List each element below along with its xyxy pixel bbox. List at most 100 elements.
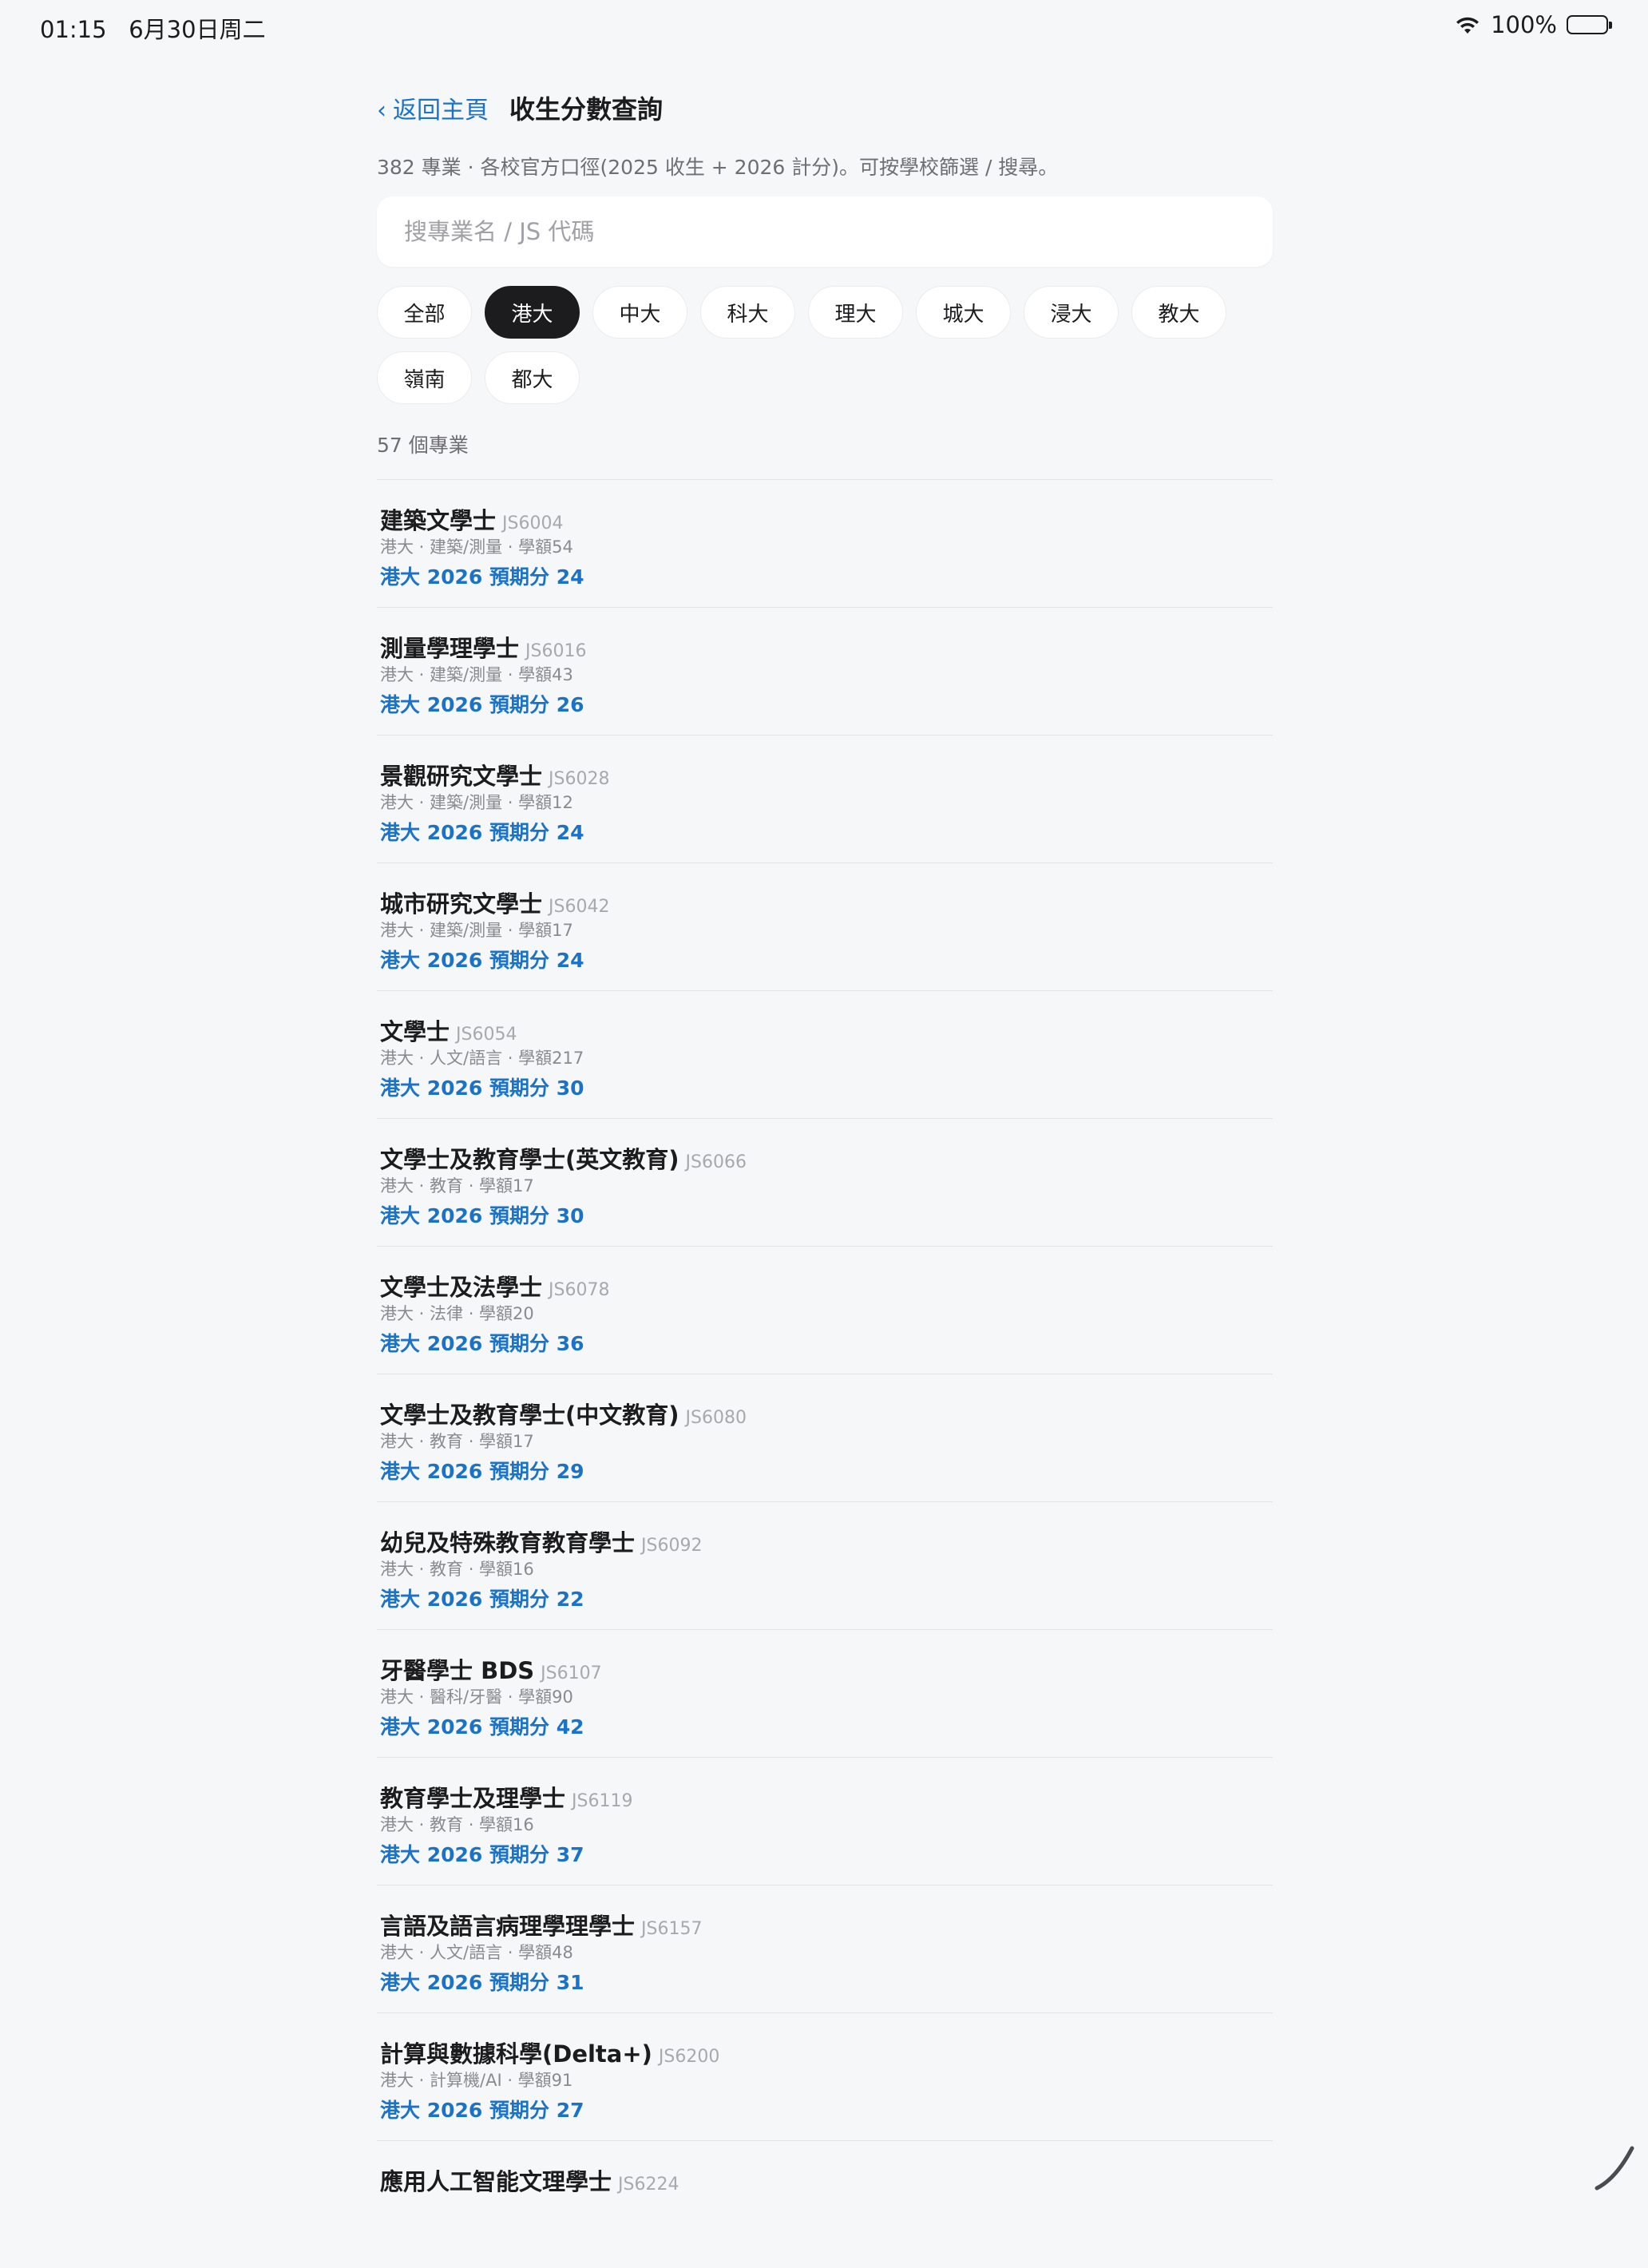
programme-meta: 港大 · 教育 · 學額17 (380, 1173, 1273, 1199)
programme-name: 文學士及教育學士(中文教育) (380, 1397, 679, 1430)
programme-title-line: 文學士及教育學士(英文教育) JS6066 (380, 1141, 1273, 1172)
programme-name: 測量學理學士 (380, 630, 519, 664)
programme-code: JS6042 (549, 897, 609, 917)
battery-percent: 100% (1491, 11, 1557, 38)
programme-meta: 港大 · 建築/測量 · 學額54 (380, 534, 1273, 560)
programme-title-line: 文學士及教育學士(中文教育)JS6080 (380, 1397, 1273, 1427)
programme-name: 幼兒及特殊教育教育學士 (380, 1525, 635, 1558)
programme-score: 港大 2026 預期分 24 (380, 945, 1273, 973)
programme-name: 文學士及教育學士(英文教育) (380, 1141, 679, 1175)
programme-meta: 港大 · 計算機/AI · 學額91 (380, 2068, 1273, 2093)
programme-code: JS6066 (686, 1152, 747, 1172)
programme-name: 建築文學士 (380, 502, 496, 536)
programme-name: 文學士及法學士 (380, 1269, 542, 1303)
list-item[interactable]: 言語及語言病理學理學士 JS6157港大 · 人文/語言 · 學額48港大 202… (377, 1885, 1273, 2012)
list-item[interactable]: 應用人工智能文理學士 JS6224 (377, 2140, 1273, 2268)
programme-title-line: 文學士JS6054 (380, 1013, 1273, 1044)
programme-code: JS6224 (618, 2175, 679, 2195)
programme-name: 計算與數據科學(Delta+) (380, 2036, 652, 2069)
page-header: ‹ 返回主頁 收生分數查詢 (377, 89, 663, 126)
programme-title-line: 文學士及法學士JS6078 (380, 1269, 1273, 1299)
battery-icon (1567, 15, 1608, 34)
filter-chip[interactable]: 嶺南 (377, 351, 472, 404)
programme-meta: 港大 · 醫科/牙醫 · 學額90 (380, 1684, 1273, 1710)
programme-code: JS6016 (525, 641, 586, 661)
filter-chip[interactable]: 教大 (1131, 286, 1226, 339)
wifi-icon (1454, 14, 1481, 35)
programme-name: 教育學士及理學士 (380, 1780, 565, 1814)
filter-chip[interactable]: 浸大 (1024, 286, 1119, 339)
programme-meta: 港大 · 人文/語言 · 學額48 (380, 1940, 1273, 1965)
programme-score: 港大 2026 預期分 22 (380, 1584, 1273, 1612)
list-item[interactable]: 牙醫學士 BDSJS6107港大 · 醫科/牙醫 · 學額90港大 2026 預… (377, 1629, 1273, 1757)
programme-code: JS6078 (549, 1280, 609, 1300)
programme-score: 港大 2026 預期分 24 (380, 561, 1273, 590)
programme-code: JS6107 (541, 1663, 601, 1683)
programme-name: 城市研究文學士 (380, 886, 542, 919)
programme-name: 應用人工智能文理學士 (380, 2163, 612, 2197)
programme-title-line: 教育學士及理學士JS6119 (380, 1780, 1273, 1810)
programme-title-line: 計算與數據科學(Delta+) JS6200 (380, 2036, 1273, 2066)
status-time: 01:15 (40, 16, 107, 43)
programme-code: JS6119 (572, 1791, 632, 1811)
programme-meta: 港大 · 人文/語言 · 學額217 (380, 1045, 1273, 1071)
filter-chip[interactable]: 科大 (700, 286, 795, 339)
programme-score: 港大 2026 預期分 36 (380, 1328, 1273, 1357)
list-item[interactable]: 測量學理學士JS6016港大 · 建築/測量 · 學額43港大 2026 預期分… (377, 607, 1273, 735)
programme-name: 景觀研究文學士 (380, 758, 542, 791)
list-item[interactable]: 幼兒及特殊教育教育學士JS6092港大 · 教育 · 學額16港大 2026 預… (377, 1501, 1273, 1629)
programme-code: JS6028 (549, 769, 609, 789)
back-label: 返回主頁 (393, 90, 489, 125)
programme-code: JS6004 (502, 513, 563, 533)
programme-title-line: 建築文學士 JS6004 (380, 502, 1273, 533)
programme-meta: 港大 · 教育 · 學額16 (380, 1812, 1273, 1838)
programme-code: JS6157 (641, 1919, 702, 1939)
filter-chip[interactable]: 都大 (485, 351, 580, 404)
programme-title-line: 牙醫學士 BDSJS6107 (380, 1652, 1273, 1683)
status-time-date: 01:15 6月30日周二 (40, 11, 266, 45)
chevron-left-icon: ‹ (377, 97, 386, 125)
list-item[interactable]: 計算與數據科學(Delta+) JS6200港大 · 計算機/AI · 學額91港… (377, 2012, 1273, 2140)
programme-score: 港大 2026 預期分 24 (380, 817, 1273, 846)
programme-title-line: 言語及語言病理學理學士 JS6157 (380, 1908, 1273, 1938)
list-item[interactable]: 景觀研究文學士JS6028港大 · 建築/測量 · 學額12港大 2026 預期… (377, 735, 1273, 862)
programme-code: JS6200 (659, 2047, 719, 2067)
status-date: 6月30日周二 (129, 16, 265, 43)
filter-chip[interactable]: 全部 (377, 286, 472, 339)
list-item[interactable]: 文學士及教育學士(英文教育) JS6066港大 · 教育 · 學額17港大 202… (377, 1118, 1273, 1246)
programme-meta: 港大 · 法律 · 學額20 (380, 1301, 1273, 1326)
programme-name: 言語及語言病理學理學士 (380, 1908, 635, 1941)
programme-title-line: 應用人工智能文理學士 JS6224 (380, 2163, 1273, 2194)
list-item[interactable]: 教育學士及理學士JS6119港大 · 教育 · 學額16港大 2026 預期分 … (377, 1757, 1273, 1885)
list-item[interactable]: 文學士JS6054港大 · 人文/語言 · 學額217港大 2026 預期分 3… (377, 990, 1273, 1118)
programme-score: 港大 2026 預期分 30 (380, 1200, 1273, 1229)
page-title: 收生分數查詢 (509, 89, 663, 126)
pencil-icon[interactable] (1589, 2142, 1640, 2193)
programme-meta: 港大 · 建築/測量 · 學額17 (380, 918, 1273, 943)
programme-title-line: 測量學理學士JS6016 (380, 630, 1273, 660)
programme-title-line: 幼兒及特殊教育教育學士JS6092 (380, 1525, 1273, 1555)
programme-list: 建築文學士JS6004港大 · 建築/測量 · 學額54港大 2026 預期分 … (377, 479, 1273, 2268)
programme-meta: 港大 · 教育 · 學額17 (380, 1429, 1273, 1454)
filter-chip[interactable]: 城大 (916, 286, 1011, 339)
page-subtitle: 382 專業 · 各校官方口徑(2025 收生 + 2026 計分)。可按學校篩… (377, 152, 1058, 180)
programme-code: JS6054 (456, 1025, 517, 1045)
status-right: 100% (1454, 11, 1608, 38)
list-item[interactable]: 文學士及法學士JS6078港大 · 法律 · 學額20港大 2026 預期分 3… (377, 1246, 1273, 1374)
school-filter-chips: 全部港大中大科大理大城大浸大教大嶺南都大 (377, 286, 1273, 404)
programme-title-line: 景觀研究文學士 JS6028 (380, 758, 1273, 788)
filter-chip[interactable]: 港大 (485, 286, 580, 339)
list-item[interactable]: 城市研究文學士 JS6042港大 · 建築/測量 · 學額17港大 2026 預期… (377, 862, 1273, 990)
programme-title-line: 城市研究文學士 JS6042 (380, 886, 1273, 916)
filter-chip[interactable]: 理大 (808, 286, 903, 339)
result-count: 57 個專業 (377, 430, 469, 458)
list-item[interactable]: 建築文學士 JS6004港大 · 建築/測量 · 學額54港大 2026 預期分 … (377, 479, 1273, 607)
list-item[interactable]: 文學士及教育學士(中文教育)JS6080港大 · 教育 · 學額17港大 202… (377, 1374, 1273, 1501)
back-button[interactable]: ‹ 返回主頁 (377, 90, 489, 125)
programme-score: 港大 2026 預期分 27 (380, 2095, 1273, 2123)
status-bar: 01:15 6月30日周二 100% (0, 0, 1648, 51)
programme-score: 港大 2026 預期分 31 (380, 1967, 1273, 1996)
filter-chip[interactable]: 中大 (592, 286, 687, 339)
programme-score: 港大 2026 預期分 30 (380, 1073, 1273, 1101)
search-input[interactable] (377, 196, 1273, 267)
